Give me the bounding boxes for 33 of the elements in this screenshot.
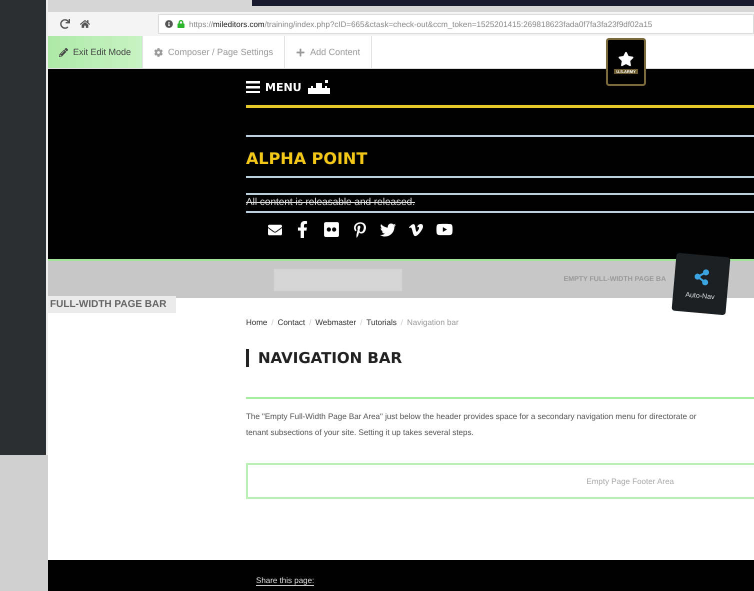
twitter-icon[interactable]: [380, 222, 396, 238]
address-field[interactable]: https://mileditors.com/training/index.php?cID=665&ctask=check-out&ccm_token=1525201415:269818623fada0f7fa3fa23f9df02a15: [158, 14, 754, 34]
info-icon: [165, 20, 173, 28]
body-paragraph: The "Empty Full-Width Page Bar Area" just below the header provides space for a secondary navigation menu for directorate or tenant subsections of your site. Setting it up takes several steps.: [246, 411, 698, 439]
gear-icon: [154, 48, 164, 56]
pinterest-icon[interactable]: [352, 222, 368, 238]
breadcrumb-link[interactable]: Tutorials: [366, 318, 397, 327]
castle-icon: [308, 80, 330, 94]
share-icon: [692, 268, 710, 286]
page-title: NAVIGATION BAR: [246, 349, 754, 367]
breadcrumb-separator: /: [271, 318, 274, 327]
footer-area: Empty Page Footer Area: [246, 463, 754, 499]
site-title: ALPHA POINT: [246, 149, 368, 168]
reload-icon[interactable]: [60, 19, 70, 29]
mail-icon[interactable]: [268, 222, 282, 236]
breadcrumb-link[interactable]: Home: [246, 318, 268, 327]
menu-icon: [246, 81, 260, 93]
menu-button[interactable]: MENU: [246, 80, 302, 94]
breadcrumb-link[interactable]: Webmaster: [315, 318, 356, 327]
youtube-icon[interactable]: [436, 221, 453, 238]
plus-icon: [296, 48, 306, 56]
breadcrumb-separator: /: [309, 318, 312, 327]
share-label: Share this page:: [256, 576, 314, 586]
vimeo-icon[interactable]: [408, 222, 424, 238]
disclaimer-text: All content is releasable and released.: [246, 197, 416, 208]
breadcrumb-link[interactable]: Contact: [278, 318, 306, 327]
pencil-icon: [59, 48, 68, 56]
flickr-icon[interactable]: [323, 221, 340, 238]
lock-icon: [177, 20, 185, 28]
toolbar-button[interactable]: Exit Edit Mode: [48, 36, 144, 68]
breadcrumb-separator: /: [360, 318, 362, 327]
home-icon[interactable]: [80, 19, 90, 29]
breadcrumb-separator: /: [400, 318, 404, 327]
